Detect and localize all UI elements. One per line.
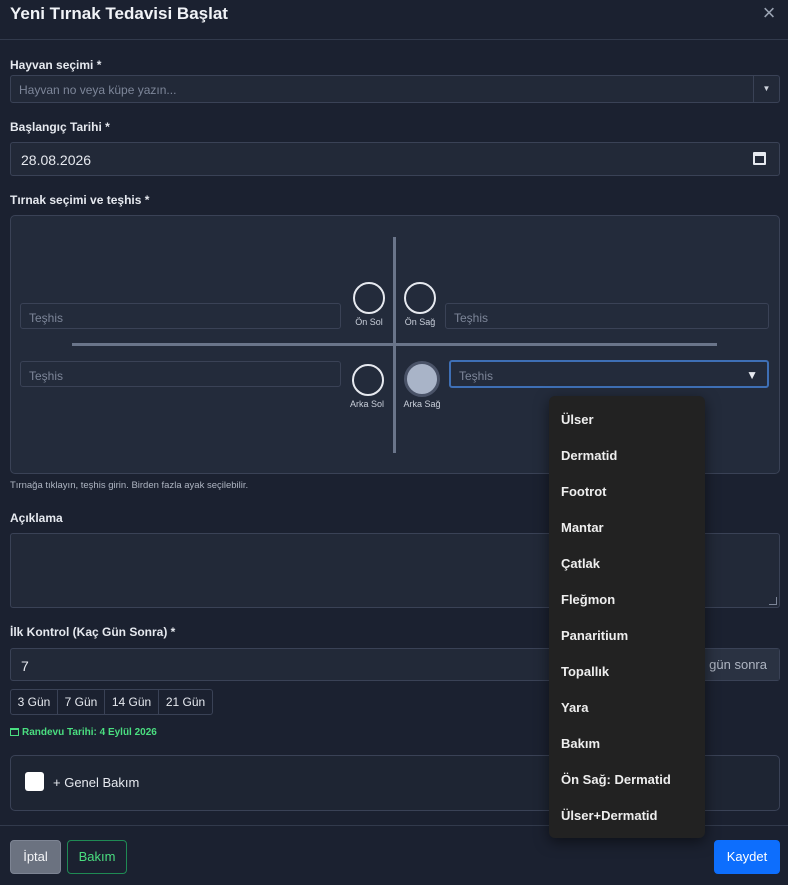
general-care-label[interactable]: + Genel Bakım — [53, 775, 139, 790]
appointment-date-text: Randevu Tarihi: 4 Eylül 2026 — [22, 727, 157, 738]
chevron-down-icon[interactable]: ▼ — [753, 76, 779, 102]
claw-rear-left[interactable] — [352, 364, 384, 396]
dropdown-item[interactable]: Bakım — [561, 736, 600, 751]
modal-title: Yeni Tırnak Tedavisi Başlat — [10, 4, 228, 23]
dropdown-item[interactable]: Fleğmon — [561, 592, 615, 607]
claw-diagram-horizontal-line — [72, 343, 717, 346]
care-button[interactable]: Bakım — [67, 840, 127, 874]
description-label: Açıklama — [10, 511, 63, 525]
quick-option-21[interactable]: 21 Gün — [158, 689, 213, 715]
start-date-value: 28.08.2026 — [21, 152, 92, 168]
calendar-icon[interactable] — [753, 152, 766, 165]
calendar-icon — [10, 728, 19, 736]
start-date-label: Başlangıç Tarihi * — [10, 120, 110, 134]
diagnosis-placeholder: Teşhis — [29, 311, 64, 325]
dropdown-item[interactable]: Ülser — [561, 412, 594, 427]
dropdown-item[interactable]: Ülser+Dermatid — [561, 808, 657, 823]
first-control-suffix: gün sonra — [696, 649, 779, 680]
general-care-checkbox[interactable] — [25, 772, 44, 791]
claw-rear-right[interactable] — [404, 361, 440, 397]
claw-help-text: Tırnağa tıklayın, teşhis girin. Birden f… — [10, 480, 249, 491]
quick-option-3[interactable]: 3 Gün — [10, 689, 58, 715]
quick-option-14[interactable]: 14 Gün — [104, 689, 159, 715]
diagnosis-placeholder: Teşhis — [29, 369, 64, 383]
caret-down-icon[interactable]: ▼ — [746, 368, 758, 382]
claw-front-right[interactable] — [404, 282, 436, 314]
start-date-input[interactable]: 28.08.2026 — [10, 142, 780, 176]
claw-label-rear-right: Arka Sağ — [403, 399, 441, 409]
claw-front-left[interactable] — [353, 282, 385, 314]
dropdown-item[interactable]: Yara — [561, 700, 588, 715]
dropdown-item[interactable]: Çatlak — [561, 556, 600, 571]
diagnosis-dropdown: Ülser Dermatid Footrot Mantar Çatlak Fle… — [549, 396, 705, 838]
diagnosis-input-rear-left[interactable]: Teşhis — [20, 361, 341, 387]
cancel-button[interactable]: İptal — [10, 840, 61, 874]
diagnosis-placeholder: Teşhis — [459, 369, 494, 383]
dropdown-item[interactable]: Mantar — [561, 520, 604, 535]
animal-select[interactable]: Hayvan no veya küpe yazın... ▼ — [10, 75, 780, 103]
first-control-value: 7 — [21, 658, 29, 674]
animal-label: Hayvan seçimi * — [10, 58, 102, 72]
diagnosis-input-front-right[interactable]: Teşhis — [445, 303, 769, 329]
dropdown-item[interactable]: Footrot — [561, 484, 606, 499]
appointment-date: Randevu Tarihi: 4 Eylül 2026 — [10, 727, 157, 738]
modal-header: Yeni Tırnak Tedavisi Başlat × — [0, 0, 788, 40]
resize-handle-icon[interactable] — [769, 597, 777, 605]
claw-label-front-right: Ön Sağ — [404, 317, 436, 327]
diagnosis-input-rear-right[interactable]: Teşhis ▼ — [449, 360, 769, 388]
diagnosis-input-front-left[interactable]: Teşhis — [20, 303, 341, 329]
claw-label-front-left: Ön Sol — [355, 317, 383, 327]
dropdown-item[interactable]: Dermatid — [561, 448, 617, 463]
animal-select-placeholder: Hayvan no veya küpe yazın... — [19, 83, 177, 97]
quick-option-7[interactable]: 7 Gün — [57, 689, 105, 715]
dropdown-item[interactable]: Ön Sağ: Dermatid — [561, 772, 671, 787]
close-icon[interactable]: × — [758, 2, 780, 24]
dropdown-item[interactable]: Topallık — [561, 664, 609, 679]
diagnosis-placeholder: Teşhis — [454, 311, 489, 325]
save-button[interactable]: Kaydet — [714, 840, 780, 874]
first-control-label: İlk Kontrol (Kaç Gün Sonra) * — [10, 625, 176, 639]
dropdown-item[interactable]: Panaritium — [561, 628, 628, 643]
claw-label-rear-left: Arka Sol — [349, 399, 384, 409]
claw-selection-label: Tırnak seçimi ve teşhis * — [10, 193, 150, 207]
